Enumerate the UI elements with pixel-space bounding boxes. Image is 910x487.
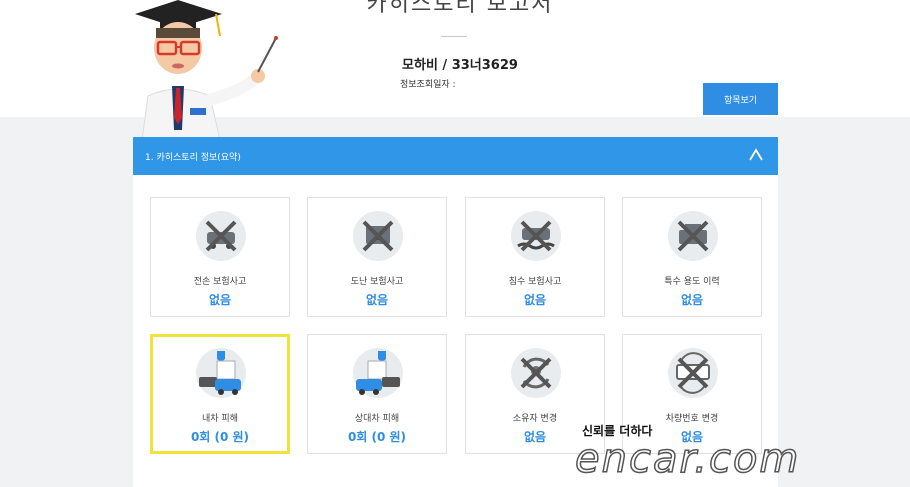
flood-icon (511, 211, 561, 261)
special-use-icon (668, 211, 718, 261)
card-value: 없음 (523, 293, 547, 307)
section-header[interactable]: 1. 카히스토리 정보(요약) (133, 137, 778, 175)
professor-mascot-icon (135, 0, 278, 140)
section-title: 1. 카히스토리 정보(요약) (145, 153, 241, 163)
card-value: 0회 (0 원) (347, 430, 407, 444)
card-label: 도난 보험사고 (350, 277, 404, 287)
card-value: 없음 (365, 293, 389, 307)
card-label: 상대차 피해 (354, 414, 400, 424)
card-my-car-damage: 내차 피해 0회 (0 원) (150, 334, 290, 454)
total-loss-icon (196, 211, 246, 261)
card-special-use: 특수 용도 이력 없음 (622, 197, 762, 317)
card-label: 내차 피해 (202, 414, 238, 424)
card-value: 없음 (680, 293, 704, 307)
card-total-loss: 전손 보험사고 없음 (150, 197, 290, 317)
my-car-damage-icon (196, 348, 246, 398)
card-other-car-damage: 상대차 피해 0회 (0 원) (307, 334, 447, 454)
plate-change-icon (668, 348, 718, 398)
theft-icon (353, 211, 403, 261)
other-car-damage-icon (353, 348, 403, 398)
car-model-plate: 모하비 / 33너3629 (402, 58, 518, 73)
card-label: 침수 보험사고 (508, 277, 562, 287)
title-divider (441, 36, 467, 37)
view-items-button[interactable]: 항목보기 (703, 83, 778, 115)
page-title: 카히스토리 보고서 (366, 0, 554, 17)
card-value: 없음 (208, 293, 232, 307)
watermark-logo: encar.com (574, 435, 801, 483)
card-value: 0회 (0 원) (190, 430, 250, 444)
card-flood: 침수 보험사고 없음 (465, 197, 605, 317)
chevron-up-icon[interactable] (746, 145, 766, 165)
card-label: 전손 보험사고 (193, 277, 247, 287)
inquiry-date-label: 정보조회일자 : (400, 80, 456, 90)
owner-change-icon (511, 348, 561, 398)
card-label: 특수 용도 이력 (664, 277, 720, 287)
card-theft: 도난 보험사고 없음 (307, 197, 447, 317)
